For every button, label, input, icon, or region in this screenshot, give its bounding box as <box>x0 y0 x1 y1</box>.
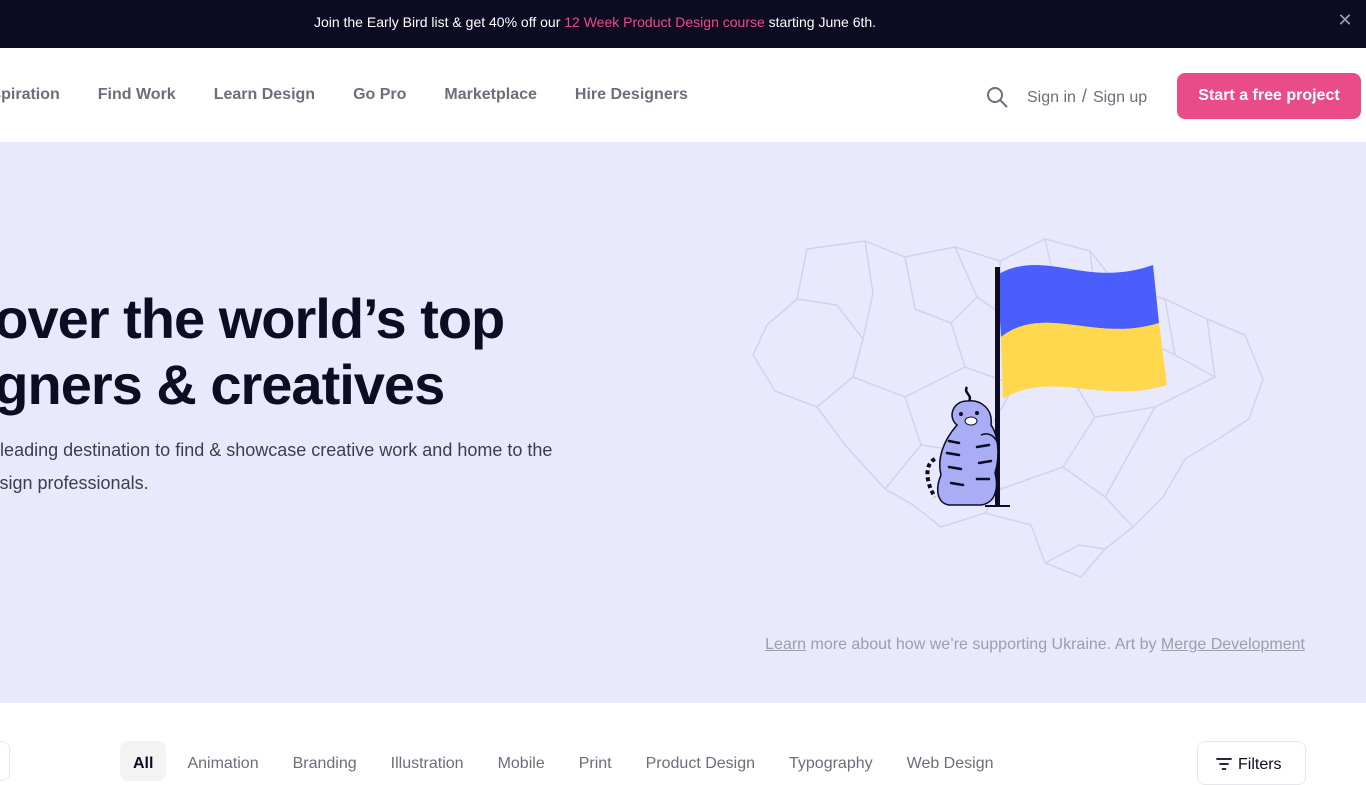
sort-dropdown[interactable] <box>0 741 10 781</box>
hero-title: Discover the world’s top Designers & cre… <box>0 286 505 418</box>
nav-link-go-pro[interactable]: Go Pro <box>353 86 406 104</box>
auth-separator: / <box>1081 86 1087 106</box>
artist-link[interactable]: Merge Development <box>1161 636 1305 653</box>
sign-up-link[interactable]: Sign up <box>1093 89 1147 106</box>
nav-link-marketplace[interactable]: Marketplace <box>444 86 537 104</box>
ukraine-credit: Learn more about how we’re supporting Uk… <box>765 636 1305 654</box>
category-tab-illustration[interactable]: Illustration <box>378 741 477 781</box>
start-project-button[interactable]: Start a free project <box>1177 73 1361 119</box>
category-tab-animation[interactable]: Animation <box>174 741 271 781</box>
category-tab-all[interactable]: All <box>120 741 167 781</box>
category-tab-print[interactable]: Print <box>566 741 625 781</box>
ukraine-flag <box>985 264 1167 507</box>
search-icon[interactable] <box>986 86 1008 108</box>
hero-subtitle: Dribbble is the leading destination to f… <box>0 440 553 493</box>
announcement-bar: Join the Early Bird list & get 40% off o… <box>0 0 1366 48</box>
category-tab-mobile[interactable]: Mobile <box>485 741 558 781</box>
filters-label: Filters <box>1238 756 1282 773</box>
announcement-suffix: starting June 6th. <box>764 14 877 30</box>
hero-title-line-2: Designers & creatives <box>0 353 445 416</box>
nav-link-inspiration[interactable]: Inspiration <box>0 86 60 104</box>
category-tab-typography[interactable]: Typography <box>776 741 886 781</box>
announcement-message: Join the Early Bird list & get 40% off o… <box>0 14 1190 30</box>
course-link[interactable]: 12 Week Product Design course <box>564 14 765 30</box>
nav-link-find-work[interactable]: Find Work <box>98 86 176 104</box>
learn-more-link[interactable]: Learn <box>765 636 806 653</box>
category-tab-web-design[interactable]: Web Design <box>894 741 1007 781</box>
hero-section: Discover the world’s top Designers & cre… <box>0 142 1366 703</box>
nav-link-learn-design[interactable]: Learn Design <box>214 86 315 104</box>
auth-links: Sign in / Sign up <box>1027 86 1147 107</box>
hero-title-line-1: Discover the world’s top <box>0 287 505 350</box>
announcement-prefix: Join the Early Bird list & get 40% off o… <box>313 14 565 30</box>
category-filter-bar: All Animation Branding Illustration Mobi… <box>0 703 1366 785</box>
nav-links: Inspiration Find Work Learn Design Go Pr… <box>0 86 688 104</box>
sign-in-link[interactable]: Sign in <box>1027 89 1076 106</box>
credit-text: more about how we’re supporting Ukraine.… <box>806 636 1161 653</box>
filter-icon <box>1216 758 1232 770</box>
main-navigation: Inspiration Find Work Learn Design Go Pr… <box>0 48 1366 142</box>
close-icon[interactable]: ✕ <box>1334 9 1356 31</box>
ukraine-support-illustration <box>752 238 1264 578</box>
tiger-character <box>925 386 1000 506</box>
nav-link-hire-designers[interactable]: Hire Designers <box>575 86 688 104</box>
category-tab-branding[interactable]: Branding <box>280 741 370 781</box>
category-tabs: All Animation Branding Illustration Mobi… <box>120 741 1014 781</box>
category-tab-product-design[interactable]: Product Design <box>633 741 768 781</box>
filters-button[interactable]: Filters <box>1197 741 1306 785</box>
